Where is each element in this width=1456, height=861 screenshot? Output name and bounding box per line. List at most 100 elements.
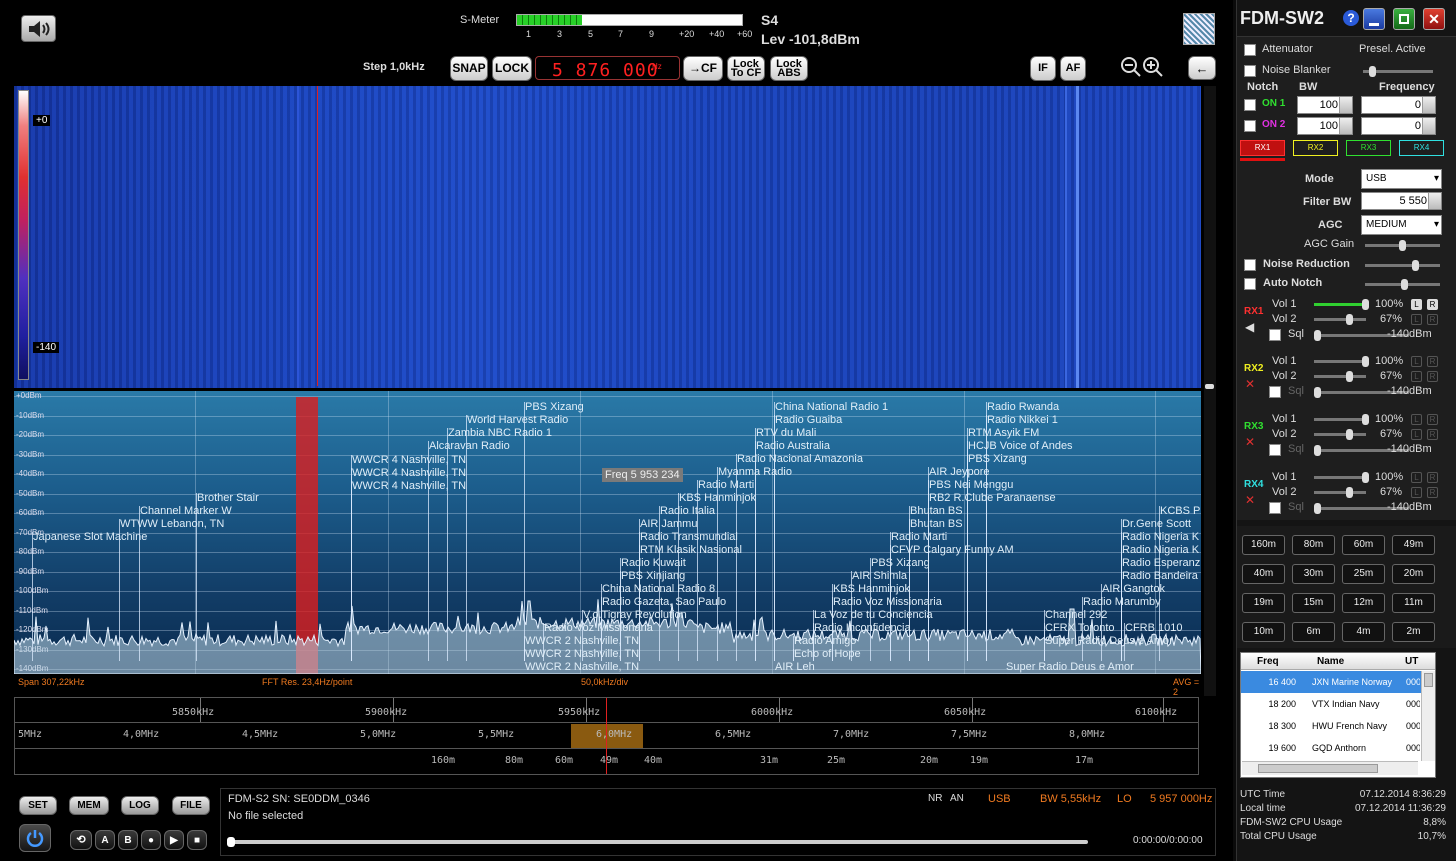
memory-row[interactable]: 18 300 HWU French Navy 0000 (1241, 715, 1421, 737)
minimize-icon[interactable] (1363, 8, 1385, 30)
station-label[interactable]: Radio Nikkei 1 (987, 415, 1058, 426)
speaker-icon[interactable]: ✕ (1245, 493, 1255, 507)
station-label[interactable]: Radio Transmundial (640, 532, 738, 543)
squelch-checkbox[interactable] (1269, 386, 1281, 398)
slider-knob[interactable] (1362, 414, 1369, 425)
left-channel-icon[interactable]: L (1411, 487, 1422, 498)
station-label[interactable]: AIR Jammu (640, 519, 697, 530)
band-button[interactable]: 2m (1392, 622, 1435, 642)
station-label[interactable]: WWCR 2 Nashville, TN (525, 649, 639, 660)
stop-icon[interactable]: ■ (187, 830, 207, 850)
slider-knob[interactable] (1314, 330, 1321, 341)
vol1-slider[interactable] (1314, 472, 1369, 483)
play-icon[interactable]: ▶ (164, 830, 184, 850)
band-button[interactable]: 49m (1392, 535, 1435, 555)
station-label[interactable]: RB2 R.Clube Paranaense (929, 493, 1056, 504)
notch1-checkbox[interactable] (1244, 99, 1256, 111)
right-channel-icon[interactable]: R (1427, 414, 1438, 425)
right-channel-icon[interactable]: R (1427, 429, 1438, 440)
memory-row[interactable]: 18 200 VTX Indian Navy 0000 (1241, 693, 1421, 715)
col-utc[interactable]: UT (1405, 656, 1418, 667)
noise-reduction-slider[interactable] (1365, 260, 1440, 271)
band-button[interactable]: 12m (1342, 593, 1385, 613)
station-label[interactable]: Bhutan BS (910, 506, 963, 517)
station-label[interactable]: CFRX Toronto (1045, 623, 1115, 634)
filter-bw-input[interactable]: 5 550 (1361, 192, 1442, 210)
vol2-slider[interactable] (1314, 371, 1366, 382)
notch2-checkbox[interactable] (1244, 120, 1256, 132)
right-channel-icon[interactable]: R (1427, 487, 1438, 498)
station-label[interactable]: Radio Australia (756, 441, 830, 452)
playback-track[interactable] (230, 840, 1088, 844)
noise-blanker-checkbox[interactable] (1244, 65, 1256, 77)
speaker-icon[interactable]: ✕ (1245, 435, 1255, 449)
slider-knob[interactable] (1369, 66, 1376, 77)
station-label[interactable]: Radio Nigeria K (1122, 545, 1199, 556)
station-label[interactable]: Alcaravan Radio (429, 441, 510, 452)
zoom-in-icon[interactable] (1142, 56, 1164, 78)
band-button[interactable]: 19m (1242, 593, 1285, 613)
auto-notch-checkbox[interactable] (1244, 278, 1256, 290)
station-label[interactable]: RTM Asyik FM (968, 428, 1039, 439)
band-label[interactable]: 40m (644, 755, 662, 766)
record-icon[interactable]: ● (141, 830, 161, 850)
notch2-freq-input[interactable]: 0 (1361, 117, 1436, 135)
maximize-icon[interactable] (1393, 8, 1415, 30)
station-label[interactable]: Zambia NBC Radio 1 (448, 428, 552, 439)
station-label[interactable]: KBS Hanminjok (679, 493, 756, 504)
station-label[interactable]: China National Radio 8 (602, 584, 715, 595)
band-button[interactable]: 4m (1342, 622, 1385, 642)
loop-icon[interactable]: ⟲ (70, 830, 92, 850)
h-scroll-thumb[interactable] (1258, 764, 1378, 773)
slider-knob[interactable] (1346, 487, 1353, 498)
band-label[interactable]: 25m (827, 755, 845, 766)
slider-knob[interactable] (1314, 387, 1321, 398)
band-label[interactable]: 17m (1075, 755, 1093, 766)
band-label[interactable]: 49m (600, 755, 618, 766)
to-cf-button[interactable]: → CF (683, 56, 723, 81)
left-channel-icon[interactable]: L (1411, 299, 1422, 310)
set-button[interactable]: SET (19, 796, 57, 815)
collapse-button[interactable]: ← (1188, 56, 1216, 80)
station-label[interactable]: Super Radio Deus e Amor (1045, 636, 1173, 647)
band-button[interactable]: 20m (1392, 564, 1435, 584)
noise-blanker-slider[interactable] (1363, 66, 1433, 77)
memory-table[interactable]: Freq Name UT 16 400 JXN Marine Norway 0000… (1240, 652, 1436, 778)
station-label[interactable]: Channel 292 (1045, 610, 1107, 621)
station-label[interactable]: PBS Nei Menggu (929, 480, 1013, 491)
station-label[interactable]: RTM Klasik Nasional (640, 545, 742, 556)
attenuator-checkbox[interactable] (1244, 44, 1256, 56)
memory-row[interactable]: 19 600 GQD Anthorn 0000 (1241, 737, 1421, 759)
spectrum-panel[interactable]: +0dBm -10dBm -20dBm -30dBm -40dBm -50dBm -60dB… (14, 391, 1201, 674)
left-channel-icon[interactable]: L (1411, 429, 1422, 440)
station-label[interactable]: Radio Voz Missionaria (544, 623, 653, 634)
band-button[interactable]: 15m (1292, 593, 1335, 613)
slider-knob[interactable] (1399, 240, 1406, 251)
station-label[interactable]: Radio Gazeta, Sao Paulo (602, 597, 726, 608)
station-label[interactable]: Radio Kuwait (621, 558, 686, 569)
slider-knob[interactable] (1314, 503, 1321, 514)
left-channel-icon[interactable]: L (1411, 356, 1422, 367)
if-button[interactable]: IF (1030, 56, 1056, 81)
station-label[interactable]: Japanese Slot Machine (33, 532, 147, 543)
band-button[interactable]: 11m (1392, 593, 1435, 613)
station-label[interactable]: Dr.Gene Scott (1122, 519, 1191, 530)
speaker-icon[interactable]: ◀ (1245, 320, 1254, 334)
station-label[interactable]: V.o.Tigray Revolution (583, 610, 687, 621)
vertical-scrollbar[interactable] (1421, 671, 1435, 761)
right-channel-icon[interactable]: R (1427, 299, 1438, 310)
station-label[interactable]: WWCR 4 Nashville, TN (352, 468, 466, 479)
file-button[interactable]: FILE (172, 796, 210, 815)
frequency-scale[interactable]: 5850kHz 5900kHz 5950kHz 6000kHz 6050kHz 6100k… (14, 697, 1199, 775)
playback-handle[interactable] (227, 837, 235, 847)
band-label[interactable]: 80m (505, 755, 523, 766)
band-button[interactable]: 40m (1242, 564, 1285, 584)
slider-knob[interactable] (1412, 260, 1419, 271)
slider-knob[interactable] (1346, 429, 1353, 440)
slider-knob[interactable] (1362, 299, 1369, 310)
station-label[interactable]: Radio Rwanda (987, 402, 1059, 413)
station-label[interactable]: AIR Leh (775, 662, 815, 673)
horizontal-scrollbar[interactable] (1242, 761, 1418, 775)
band-button[interactable]: 60m (1342, 535, 1385, 555)
station-label[interactable]: PBS Xizang (968, 454, 1027, 465)
